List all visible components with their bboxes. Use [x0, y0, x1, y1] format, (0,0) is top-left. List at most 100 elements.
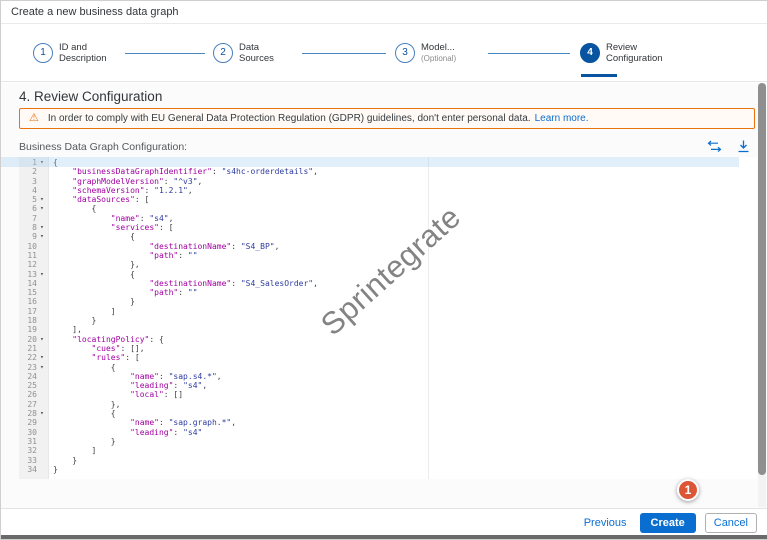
- code-line[interactable]: ],: [53, 325, 757, 334]
- wizard-step-3-circle[interactable]: 3: [395, 43, 415, 63]
- swap-arrows-icon[interactable]: [707, 140, 723, 154]
- gutter-row[interactable]: 13▾: [19, 270, 48, 279]
- gutter-row: 29: [19, 418, 48, 427]
- gutter-row: 15: [19, 288, 48, 297]
- gutter-row[interactable]: 9▾: [19, 232, 48, 241]
- code-line[interactable]: "name": "sap.s4.*",: [53, 372, 757, 381]
- section-heading: 4. Review Configuration: [19, 89, 162, 104]
- gutter-row: 32: [19, 446, 48, 455]
- gutter-row: 4: [19, 186, 48, 195]
- editor-toolbar: Business Data Graph Configuration:: [19, 139, 755, 155]
- gutter-row: 31: [19, 437, 48, 446]
- gutter-row: 21: [19, 344, 48, 353]
- gutter-row: 17: [19, 307, 48, 316]
- gutter-row[interactable]: 8▾: [19, 223, 48, 232]
- download-icon[interactable]: [737, 140, 753, 154]
- code-line[interactable]: {: [53, 204, 757, 213]
- learn-more-link[interactable]: Learn more.: [535, 113, 589, 124]
- gutter-row: 27: [19, 400, 48, 409]
- code-editor[interactable]: 1▾2345▾6▾78▾9▾10111213▾14151617181920▾21…: [19, 157, 757, 479]
- warning-icon: ⚠: [29, 113, 39, 124]
- code-line[interactable]: },: [53, 400, 757, 409]
- editor-label: Business Data Graph Configuration:: [19, 141, 187, 153]
- active-step-underline: [581, 74, 617, 77]
- code-line[interactable]: "graphModelVersion": "^v3",: [53, 177, 757, 186]
- code-line[interactable]: "dataSources": [: [53, 195, 757, 204]
- code-line[interactable]: "path": "": [53, 251, 757, 260]
- gutter-row: 16: [19, 297, 48, 306]
- step-connector-3: [488, 53, 570, 54]
- gutter-row[interactable]: 5▾: [19, 195, 48, 204]
- code-line[interactable]: {: [53, 363, 757, 372]
- wizard-step-2-label[interactable]: Data Sources: [239, 43, 274, 64]
- scrollbar-thumb[interactable]: [758, 83, 766, 475]
- code-line[interactable]: ]: [53, 446, 757, 455]
- code-line[interactable]: {: [53, 409, 757, 418]
- code-line[interactable]: "destinationName": "S4_BP",: [53, 242, 757, 251]
- code-line[interactable]: "leading": "s4": [53, 428, 757, 437]
- dialog-titlebar: Create a new business data graph: [1, 1, 767, 24]
- wizard-steps: 1 ID and Description 2 Data Sources 3 Mo…: [1, 24, 767, 82]
- code-line[interactable]: "schemaVersion": "1.2.1",: [53, 186, 757, 195]
- gutter-row: 14: [19, 279, 48, 288]
- code-line[interactable]: "path": "": [53, 288, 757, 297]
- create-graph-dialog: Create a new business data graph 1 ID an…: [0, 0, 768, 540]
- code-line[interactable]: }: [53, 465, 757, 474]
- footer-bar: Previous Create Cancel: [1, 508, 767, 537]
- wizard-step-1-circle[interactable]: 1: [33, 43, 53, 63]
- code-line[interactable]: "destinationName": "S4_SalesOrder",: [53, 279, 757, 288]
- gutter-row[interactable]: 23▾: [19, 363, 48, 372]
- gdpr-warning-strip: ⚠ In order to comply with EU General Dat…: [19, 108, 755, 129]
- step-connector-2: [302, 53, 386, 54]
- code-line[interactable]: }: [53, 316, 757, 325]
- cancel-button[interactable]: Cancel: [705, 513, 757, 533]
- code-line[interactable]: "rules": [: [53, 353, 757, 362]
- gutter-row[interactable]: 22▾: [19, 353, 48, 362]
- code-line[interactable]: "services": [: [53, 223, 757, 232]
- wizard-step-3-label[interactable]: Model... (Optional): [421, 43, 456, 64]
- code-line[interactable]: }: [53, 297, 757, 306]
- code-line[interactable]: {: [53, 232, 757, 241]
- code-line[interactable]: {: [53, 270, 757, 279]
- window-bottom-edge: [1, 535, 767, 539]
- gutter-row[interactable]: 20▾: [19, 335, 48, 344]
- code-line[interactable]: }: [53, 437, 757, 446]
- code-line[interactable]: }: [53, 456, 757, 465]
- wizard-step-1-label[interactable]: ID and Description: [59, 43, 107, 64]
- gutter-row: 2: [19, 167, 48, 176]
- code-line[interactable]: "businessDataGraphIdentifier": "s4hc-ord…: [53, 167, 757, 176]
- wizard-step-2-circle[interactable]: 2: [213, 43, 233, 63]
- code-line[interactable]: "locatingPolicy": {: [53, 335, 757, 344]
- dialog-title: Create a new business data graph: [11, 6, 179, 18]
- code-line[interactable]: "cues": [],: [53, 344, 757, 353]
- gutter-row: 12: [19, 260, 48, 269]
- wizard-step-4-label[interactable]: Review Configuration: [606, 43, 663, 64]
- editor-code[interactable]: { "businessDataGraphIdentifier": "s4hc-o…: [49, 157, 757, 479]
- gutter-row: 30: [19, 428, 48, 437]
- code-line[interactable]: "name": "sap.graph.*",: [53, 418, 757, 427]
- code-line[interactable]: "local": []: [53, 390, 757, 399]
- annotation-badge-1: 1: [677, 479, 699, 501]
- gutter-row: 24: [19, 372, 48, 381]
- code-line[interactable]: ]: [53, 307, 757, 316]
- gutter-row[interactable]: 28▾: [19, 409, 48, 418]
- warning-text: In order to comply with EU General Data …: [48, 113, 531, 124]
- gutter-row: 18: [19, 316, 48, 325]
- gutter-row: 10: [19, 242, 48, 251]
- code-line[interactable]: {: [53, 158, 757, 167]
- gutter-row: 3: [19, 177, 48, 186]
- code-line[interactable]: },: [53, 260, 757, 269]
- editor-ruler: [428, 157, 429, 479]
- previous-button[interactable]: Previous: [580, 513, 631, 533]
- code-line[interactable]: "name": "s4",: [53, 214, 757, 223]
- editor-gutter: 1▾2345▾6▾78▾9▾10111213▾14151617181920▾21…: [19, 157, 49, 479]
- code-line[interactable]: "leading": "s4",: [53, 381, 757, 390]
- create-button[interactable]: Create: [640, 513, 696, 533]
- gutter-row[interactable]: 1▾: [19, 158, 48, 167]
- gutter-row: 11: [19, 251, 48, 260]
- gutter-row[interactable]: 6▾: [19, 204, 48, 213]
- gutter-row: 33: [19, 456, 48, 465]
- gutter-row: 25: [19, 381, 48, 390]
- gutter-row: 19: [19, 325, 48, 334]
- wizard-step-4-circle[interactable]: 4: [580, 43, 600, 63]
